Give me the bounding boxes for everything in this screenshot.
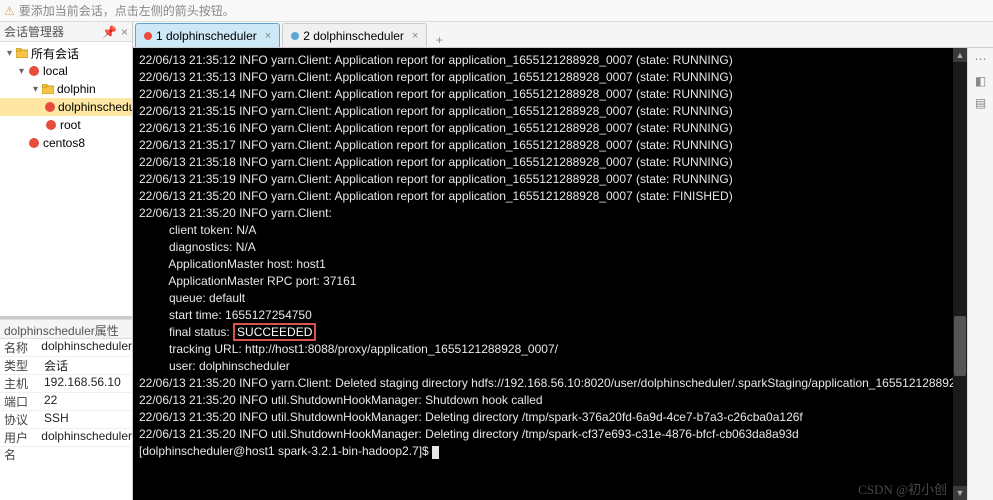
properties-grid: 名称dolphinscheduler 类型会话 主机192.168.56.10 …: [0, 339, 132, 500]
host-icon: [44, 118, 58, 132]
tree-item-root[interactable]: root: [0, 116, 132, 134]
term-line: ApplicationMaster RPC port: 37161: [139, 274, 356, 288]
tree-item-dolphinscheduler[interactable]: dolphinscheduler: [0, 98, 132, 116]
term-line: start time: 1655127254750: [139, 308, 312, 322]
term-line: queue: default: [139, 291, 245, 305]
scroll-track[interactable]: [953, 62, 967, 486]
tree-root[interactable]: ▾ 所有会话: [0, 44, 132, 62]
host-icon: [44, 100, 56, 114]
tree-label: local: [43, 64, 68, 78]
term-line: 22/06/13 21:35:18 INFO yarn.Client: Appl…: [139, 155, 733, 169]
folder-icon: [41, 82, 55, 96]
shell-prompt: [dolphinscheduler@host1 spark-3.2.1-bin-…: [139, 444, 432, 458]
properties-header: dolphinscheduler属性: [0, 319, 132, 339]
term-line: 22/06/13 21:35:20 INFO yarn.Client: Dele…: [139, 376, 953, 390]
status-dot-icon: [144, 32, 152, 40]
term-line: 22/06/13 21:35:17 INFO yarn.Client: Appl…: [139, 138, 733, 152]
term-line: 22/06/13 21:35:19 INFO yarn.Client: Appl…: [139, 172, 733, 186]
terminal-scrollbar[interactable]: ▲ ▼: [953, 48, 967, 500]
term-line: final status: SUCCEEDED: [139, 323, 316, 341]
term-line: 22/06/13 21:35:14 INFO yarn.Client: Appl…: [139, 87, 733, 101]
terminal[interactable]: 22/06/13 21:35:12 INFO yarn.Client: Appl…: [133, 48, 953, 500]
pin-icon[interactable]: 📌: [102, 25, 117, 39]
scroll-up-icon[interactable]: ▲: [953, 48, 967, 62]
session-tree[interactable]: ▾ 所有会话 ▾ local ▾ dolphin dolphinschedule…: [0, 42, 132, 154]
prop-row: 协议SSH: [0, 411, 132, 429]
warning-icon: ⚠: [4, 4, 15, 18]
prop-row: 类型会话: [0, 357, 132, 375]
tab-label: 1 dolphinscheduler: [156, 29, 257, 43]
collapse-icon[interactable]: ▾: [30, 84, 41, 95]
term-line: 22/06/13 21:35:20 INFO util.ShutdownHook…: [139, 427, 799, 441]
tree-dolphin[interactable]: ▾ dolphin: [0, 80, 132, 98]
status-dot-icon: [291, 32, 299, 40]
term-line: user: dolphinscheduler: [139, 359, 290, 373]
term-line: diagnostics: N/A: [139, 240, 256, 254]
tool-icon[interactable]: ◧: [975, 74, 986, 88]
tree-label: dolphin: [57, 82, 96, 96]
term-line: 22/06/13 21:35:20 INFO util.ShutdownHook…: [139, 393, 543, 407]
tree-local[interactable]: ▾ local: [0, 62, 132, 80]
tool-icon[interactable]: ▤: [975, 96, 986, 110]
tab-session-2[interactable]: 2 dolphinscheduler ×: [282, 23, 427, 47]
tree-label: centos8: [43, 136, 85, 150]
term-line: 22/06/13 21:35:16 INFO yarn.Client: Appl…: [139, 121, 733, 135]
tree-label: root: [60, 118, 81, 132]
tree-label: 所有会话: [31, 45, 79, 62]
prop-row: 名称dolphinscheduler: [0, 339, 132, 357]
term-line: 22/06/13 21:35:20 INFO util.ShutdownHook…: [139, 410, 803, 424]
hint-bar: ⚠ 要添加当前会话，点击左侧的箭头按钮。: [0, 0, 993, 22]
term-line: 22/06/13 21:35:20 INFO yarn.Client:: [139, 206, 332, 220]
app-root: ⚠ 要添加当前会话，点击左侧的箭头按钮。 会话管理器 📌 × ▾ 所有会话 ▾: [0, 0, 993, 500]
main-area: 会话管理器 📌 × ▾ 所有会话 ▾ local ▾: [0, 22, 993, 500]
tab-session-1[interactable]: 1 dolphinscheduler ×: [135, 23, 280, 47]
term-line: 22/06/13 21:35:20 INFO yarn.Client: Appl…: [139, 189, 733, 203]
term-line: 22/06/13 21:35:15 INFO yarn.Client: Appl…: [139, 104, 733, 118]
left-sidebar: 会话管理器 📌 × ▾ 所有会话 ▾ local ▾: [0, 22, 133, 500]
tool-icon[interactable]: ⋯: [975, 52, 987, 66]
prop-row: 主机192.168.56.10: [0, 375, 132, 393]
tab-bar: 1 dolphinscheduler × 2 dolphinscheduler …: [133, 22, 993, 48]
close-tab-icon[interactable]: ×: [265, 30, 271, 42]
term-line: tracking URL: http://host1:8088/proxy/ap…: [139, 342, 558, 356]
session-panel-header: 会话管理器 📌 ×: [0, 22, 132, 42]
scroll-down-icon[interactable]: ▼: [953, 486, 967, 500]
close-icon[interactable]: ×: [121, 25, 128, 39]
watermark: CSDN @初小创: [858, 481, 947, 498]
session-panel-title: 会话管理器: [4, 23, 64, 40]
hint-text: 要添加当前会话，点击左侧的箭头按钮。: [19, 2, 235, 19]
tree-item-centos8[interactable]: centos8: [0, 134, 132, 152]
prop-row: 用户名dolphinscheduler: [0, 429, 132, 447]
term-line: 22/06/13 21:35:12 INFO yarn.Client: Appl…: [139, 53, 733, 67]
collapse-icon[interactable]: ▾: [4, 48, 15, 59]
scroll-thumb[interactable]: [954, 316, 966, 376]
cursor: [432, 446, 439, 459]
term-line: client token: N/A: [139, 223, 256, 237]
close-tab-icon[interactable]: ×: [412, 30, 418, 42]
term-line: 22/06/13 21:35:13 INFO yarn.Client: Appl…: [139, 70, 733, 84]
add-tab-button[interactable]: +: [429, 33, 449, 47]
host-icon: [27, 136, 41, 150]
right-toolbar: ⋯ ◧ ▤: [967, 48, 993, 500]
collapse-icon[interactable]: ▾: [16, 66, 27, 77]
terminal-wrap: 22/06/13 21:35:12 INFO yarn.Client: Appl…: [133, 48, 993, 500]
folder-icon: [15, 46, 29, 60]
tree-label: dolphinscheduler: [58, 100, 132, 114]
term-line: ApplicationMaster host: host1: [139, 257, 326, 271]
right-pane: 1 dolphinscheduler × 2 dolphinscheduler …: [133, 22, 993, 500]
tab-label: 2 dolphinscheduler: [303, 29, 404, 43]
final-status-highlight: SUCCEEDED: [233, 323, 316, 341]
host-icon: [27, 64, 41, 78]
prop-row: 端口22: [0, 393, 132, 411]
